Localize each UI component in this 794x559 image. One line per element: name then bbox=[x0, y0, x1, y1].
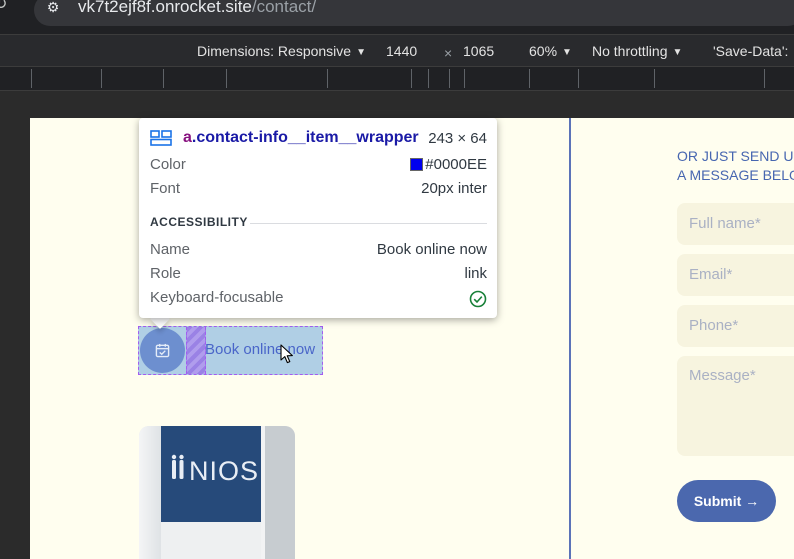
ruler-tick bbox=[163, 69, 164, 88]
ruler-tick bbox=[428, 69, 429, 88]
column-divider bbox=[569, 118, 571, 559]
caret-down-icon: ▼ bbox=[356, 47, 366, 58]
zoom-label: 60% bbox=[529, 43, 558, 59]
office-photo: NIOS bbox=[139, 426, 295, 559]
font-value: 20px inter bbox=[421, 180, 487, 197]
accessibility-heading: ACCESSIBILITY bbox=[150, 215, 248, 229]
photo-door bbox=[265, 426, 295, 559]
device-toolbar: Dimensions: Responsive ▼ 1440 × 1065 60% ▼… bbox=[0, 34, 794, 67]
color-label: Color bbox=[150, 156, 186, 173]
focusable-label: Keyboard-focusable bbox=[150, 289, 284, 306]
times-sign: × bbox=[444, 45, 453, 61]
dimensions-label: Dimensions: Responsive bbox=[197, 43, 352, 59]
element-class: .contact-info__item__wrapper bbox=[191, 129, 419, 146]
role-value: link bbox=[464, 265, 487, 282]
media-query-ruler[interactable] bbox=[0, 67, 794, 91]
field-placeholder: Full name* bbox=[689, 215, 761, 232]
color-value-wrap: #0000EE bbox=[410, 156, 487, 173]
element-tag: a bbox=[183, 129, 192, 146]
font-row: Font 20px inter bbox=[150, 180, 487, 200]
message-field[interactable]: Message* bbox=[677, 356, 794, 456]
photo-pillar bbox=[139, 426, 163, 559]
font-label: Font bbox=[150, 180, 181, 197]
section-divider bbox=[250, 223, 487, 224]
ruler-tick bbox=[411, 69, 412, 88]
phone-field[interactable]: Phone* bbox=[677, 305, 794, 347]
ruler-tick bbox=[31, 69, 32, 88]
ruler-tick bbox=[654, 69, 655, 88]
ruler-tick bbox=[529, 69, 530, 88]
focusable-row: Keyboard-focusable bbox=[150, 289, 487, 309]
name-value: Book online now bbox=[376, 241, 487, 258]
reload-icon[interactable]: ↻ bbox=[0, 0, 10, 16]
throttling-label: No throttling bbox=[592, 43, 668, 59]
width-input[interactable]: 1440 bbox=[386, 43, 417, 59]
submit-button[interactable]: Submit → bbox=[677, 480, 776, 522]
ruler-tick bbox=[764, 69, 765, 88]
height-input[interactable]: 1065 bbox=[463, 43, 494, 59]
grid-icon bbox=[150, 130, 172, 146]
ruler-tick bbox=[226, 69, 227, 88]
name-label: Name bbox=[150, 241, 191, 258]
full-name-field[interactable]: Full name* bbox=[677, 203, 794, 245]
color-value: #0000EE bbox=[425, 156, 487, 173]
color-row: Color #0000EE bbox=[150, 156, 487, 176]
inspector-tooltip: a.contact-info__item__wrapper 243 × 64 C… bbox=[139, 118, 497, 318]
role-label: Role bbox=[150, 265, 181, 282]
caret-down-icon: ▼ bbox=[672, 47, 683, 58]
ruler-tick bbox=[101, 69, 102, 88]
email-field[interactable]: Email* bbox=[677, 254, 794, 296]
color-swatch bbox=[410, 158, 424, 171]
zoom-dropdown[interactable]: 60% ▼ bbox=[529, 43, 572, 59]
ruler-tick bbox=[578, 69, 579, 88]
ruler-tick bbox=[464, 69, 465, 88]
tune-icon[interactable]: ⚙ bbox=[42, 0, 64, 18]
element-size: 243 × 64 bbox=[428, 130, 487, 147]
element-selector: a.contact-info__item__wrapper bbox=[183, 129, 419, 147]
form-heading: OR JUST SEND U A MESSAGE BELO bbox=[677, 148, 794, 183]
calendar-check-icon bbox=[155, 343, 170, 358]
book-online-link[interactable]: Book online now bbox=[205, 341, 315, 358]
url-text[interactable]: vk7t2ejf8f.onrocket.site/contact/ bbox=[78, 0, 316, 17]
save-data-dropdown[interactable]: 'Save-Data': bbox=[713, 43, 788, 59]
role-row: Role link bbox=[150, 265, 487, 285]
field-placeholder: Message* bbox=[689, 367, 756, 384]
ruler-tick bbox=[449, 69, 450, 88]
check-circle-icon bbox=[469, 290, 487, 308]
url-host: vk7t2ejf8f.onrocket.site bbox=[78, 0, 252, 16]
mouse-cursor-icon bbox=[280, 344, 293, 364]
caret-down-icon: ▼ bbox=[562, 47, 572, 58]
gap-overlay bbox=[186, 327, 206, 374]
name-row: Name Book online now bbox=[150, 241, 487, 261]
photo-reception-desk bbox=[161, 522, 265, 559]
photo-sign-text: NIOS bbox=[189, 456, 260, 486]
field-placeholder: Email* bbox=[689, 266, 733, 283]
browser-url-bar: ↻ ⚙ vk7t2ejf8f.onrocket.site/contact/ bbox=[0, 0, 794, 30]
dimensions-dropdown[interactable]: Dimensions: Responsive ▼ bbox=[197, 43, 366, 59]
ruler-tick bbox=[327, 69, 328, 88]
field-placeholder: Phone* bbox=[689, 317, 739, 334]
url-path: /contact/ bbox=[251, 0, 317, 16]
throttling-dropdown[interactable]: No throttling ▼ bbox=[592, 43, 682, 59]
